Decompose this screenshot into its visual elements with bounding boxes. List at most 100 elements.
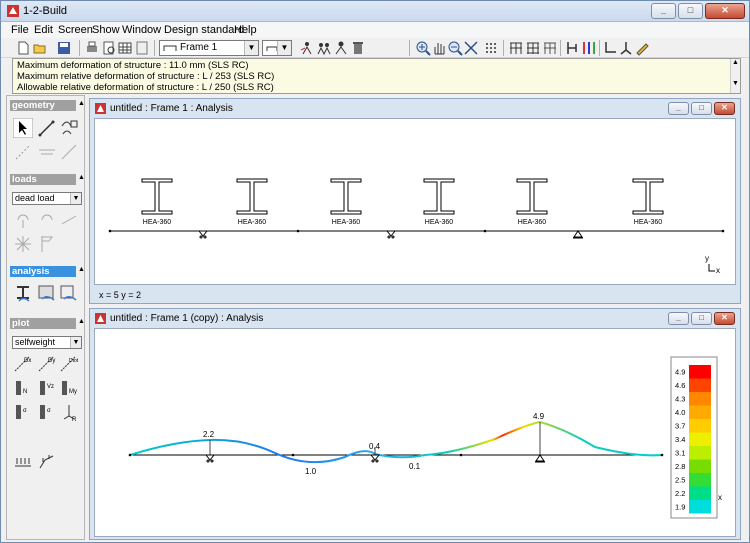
frame-icon — [163, 45, 177, 51]
new-file-icon[interactable] — [15, 40, 31, 56]
close-button[interactable]: ✕ — [714, 312, 735, 325]
diagonal-icon[interactable] — [59, 142, 79, 162]
minimize-button[interactable]: _ — [651, 3, 676, 19]
collapse-icon[interactable]: ▲ — [78, 266, 85, 273]
plot-case-select[interactable]: selfweight ▼ — [12, 336, 82, 349]
analysis-header[interactable]: analysis — [10, 266, 76, 277]
legend-color-swatch — [689, 486, 711, 500]
menu-file[interactable]: File — [11, 24, 29, 36]
menu-show[interactable]: Show — [92, 24, 120, 36]
legend-color-swatch — [689, 459, 711, 473]
plot-stress-2-icon[interactable]: σ — [37, 402, 57, 422]
frame-load-icon[interactable] — [37, 452, 57, 472]
frame-grid-icon[interactable] — [508, 40, 524, 56]
pan-hand-icon[interactable] — [431, 40, 447, 56]
plot-dy-icon[interactable]: Dy — [37, 354, 57, 374]
draw-member-icon[interactable] — [37, 118, 57, 138]
print-icon[interactable] — [84, 40, 100, 56]
maximize-icon: □ — [699, 313, 704, 322]
collapse-icon[interactable]: ▲ — [78, 100, 85, 107]
open-folder-icon[interactable] — [32, 40, 48, 56]
maximize-button[interactable]: □ — [691, 312, 712, 325]
load-arrows-icon[interactable] — [13, 452, 33, 472]
frame-canvas[interactable]: HEA-360 HEA-360 HEA-360 HEA-360 HEA-360 HEA-3… — [94, 118, 736, 285]
zoom-in-icon[interactable] — [415, 40, 431, 56]
view-select[interactable]: ▼ — [262, 40, 292, 56]
frame-select[interactable]: Frame 1 ▼ — [159, 40, 259, 56]
select-arrow-icon[interactable] — [13, 118, 33, 138]
section-icon[interactable] — [59, 118, 79, 138]
minimize-button[interactable]: _ — [668, 312, 689, 325]
menu-help[interactable]: Help — [234, 24, 257, 36]
menu-edit[interactable]: Edit — [34, 24, 53, 36]
legend-color-swatch — [689, 446, 711, 460]
deflection-label: 4.9 — [533, 412, 545, 421]
maximize-button[interactable]: □ — [678, 3, 703, 19]
plot-reaction-icon[interactable]: R — [59, 402, 79, 422]
deformation-canvas[interactable]: 2.2 1.0 0.4 0.1 4.9 4.9 4.6 4.3 4.0 3.7 3.4 3.… — [94, 328, 736, 537]
pencil-icon[interactable] — [634, 40, 650, 56]
collapse-icon[interactable]: ▲ — [78, 318, 85, 325]
menu-screen[interactable]: Screen — [58, 24, 93, 36]
person-icon[interactable] — [333, 40, 349, 56]
analysis-check-icon[interactable] — [37, 284, 57, 304]
save-icon[interactable] — [56, 40, 72, 56]
menu-design-standard[interactable]: Design standard — [164, 24, 244, 36]
close-button[interactable]: ✕ — [714, 102, 735, 115]
legend-color-swatch — [689, 432, 711, 446]
section-label: HEA-360 — [425, 219, 454, 226]
maximize-button[interactable]: □ — [691, 102, 712, 115]
node-icon[interactable] — [564, 40, 580, 56]
plot-moment-icon[interactable]: My — [59, 378, 79, 398]
axis-icon[interactable] — [602, 40, 618, 56]
plot-shear-icon[interactable]: Vz — [37, 378, 57, 398]
zoom-extents-icon[interactable] — [463, 40, 479, 56]
moment-load-icon[interactable] — [13, 210, 33, 230]
message-scrollbar[interactable]: ▲ ▼ — [730, 59, 740, 93]
roller-support-icon — [369, 454, 381, 463]
support-icon[interactable] — [618, 40, 634, 56]
zoom-out-icon[interactable] — [447, 40, 463, 56]
i-beam-section-icon — [141, 178, 173, 215]
plot-dtotal-icon[interactable]: Dtot — [59, 354, 79, 374]
print-preview-icon[interactable] — [101, 40, 117, 56]
plot-normal-icon[interactable]: N — [13, 378, 33, 398]
deflection-label: 2.2 — [203, 430, 215, 439]
moment-load-2-icon[interactable] — [37, 210, 57, 230]
menu-window[interactable]: Window — [122, 24, 161, 36]
plot-header[interactable]: plot — [10, 318, 76, 329]
distributed-load-icon[interactable] — [59, 210, 79, 230]
collapse-icon[interactable]: ▲ — [78, 174, 85, 181]
flag-icon[interactable] — [37, 234, 57, 254]
load-case-select[interactable]: dead load ▼ — [12, 192, 82, 205]
close-button[interactable]: ✕ — [705, 3, 745, 19]
report-icon[interactable] — [134, 40, 150, 56]
member-colors-icon[interactable] — [581, 40, 597, 56]
close-icon: ✕ — [721, 5, 729, 15]
snowflake-icon[interactable] — [13, 234, 33, 254]
frame-grid-3-icon[interactable] — [542, 40, 558, 56]
legend-color-swatch — [689, 378, 711, 392]
i-beam-section-icon — [632, 178, 664, 215]
minimize-button[interactable]: _ — [668, 102, 689, 115]
title-bar: 1-2-Build _ □ ✕ — [1, 1, 749, 22]
loads-header[interactable]: loads — [10, 174, 76, 185]
frame-grid-2-icon[interactable] — [525, 40, 541, 56]
plot-stress-icon[interactable]: σ — [13, 402, 33, 422]
plot-dx-icon[interactable]: Dx — [13, 354, 33, 374]
app-window: 1-2-Build _ □ ✕ File Edit Screen Show Wi… — [0, 0, 750, 543]
legend-color-swatch — [689, 405, 711, 419]
pin-support-icon — [573, 230, 583, 239]
analysis-deform-icon[interactable] — [59, 284, 79, 304]
analysis-beam-icon[interactable] — [13, 284, 33, 304]
group-icon[interactable] — [316, 40, 332, 56]
minimize-icon: _ — [676, 103, 681, 112]
grid-icon[interactable] — [483, 40, 499, 56]
dotted-line-icon[interactable] — [13, 142, 33, 162]
delete-icon[interactable] — [350, 40, 366, 56]
dimension-icon[interactable] — [37, 142, 57, 162]
geometry-header[interactable]: geometry — [10, 100, 76, 111]
load-person-icon[interactable] — [299, 40, 315, 56]
legend-value-label: 3.4 — [675, 435, 685, 444]
table-icon[interactable] — [117, 40, 133, 56]
